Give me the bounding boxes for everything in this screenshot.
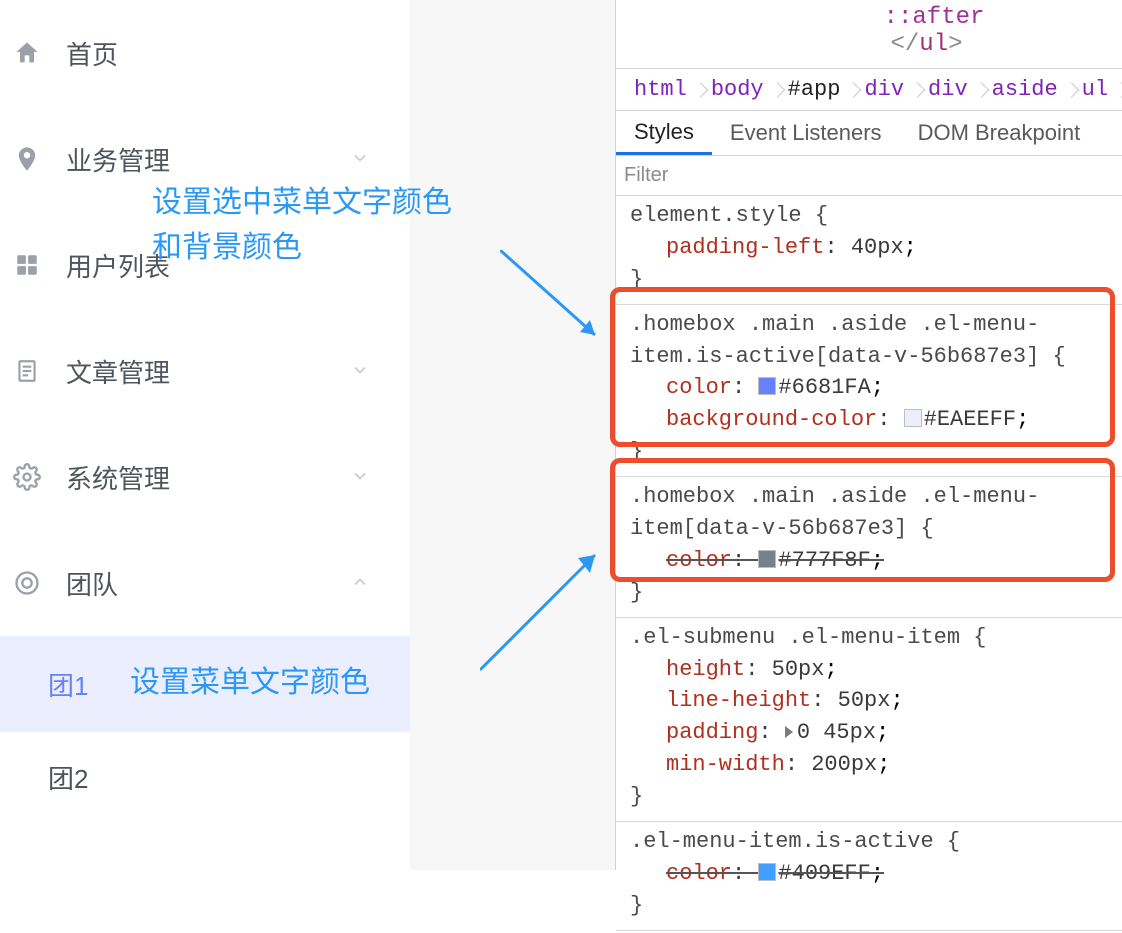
closing-tag: </ul> [616,31,1122,58]
chevron-down-icon [350,356,370,387]
selector: .homebox .main .aside .el-menu-item.is-a… [630,312,1039,369]
sidebar-item-label: 业务管理 [66,141,350,178]
devtools-panel: ::after </ul> html body #app div div asi… [615,0,1122,870]
sidebar-subitem-label: 团2 [48,759,88,796]
sidebar-item-label: 团队 [66,565,350,602]
css-declaration[interactable]: min-width: 200px; [630,749,1112,781]
breadcrumb-item[interactable]: body [701,69,774,110]
annotation-text: 设置选中菜单文字颜色 和背景颜色 [152,186,452,264]
css-declaration[interactable]: color: #409EFF; [630,858,1112,890]
sidebar-subitem-team2[interactable]: 团2 [0,732,410,822]
chevron-down-icon [350,462,370,493]
css-declaration[interactable]: padding-left: 40px; [630,232,1112,264]
content-gap [410,0,615,870]
breadcrumb-item[interactable]: div [854,69,914,110]
annotation-text: 设置菜单文字颜色 [130,666,370,699]
selector: .el-submenu .el-menu-item [630,625,960,650]
filter-input[interactable]: Filter [616,156,1122,196]
css-declaration[interactable]: height: 50px; [630,654,1112,686]
css-declaration[interactable]: padding: 0 45px; [630,717,1112,749]
pseudo-element: ::after [616,4,1122,31]
color-swatch-icon[interactable] [758,550,776,568]
grid-icon [10,248,44,282]
sidebar-item-system[interactable]: 系统管理 [0,424,410,530]
sidebar-item-team[interactable]: 团队 [0,530,410,636]
css-declaration[interactable]: color: #6681FA; [630,372,1112,404]
gear-icon [10,460,44,494]
color-swatch-icon[interactable] [758,863,776,881]
elements-breadcrumb[interactable]: html body #app div div aside ul li [616,68,1122,110]
css-rule[interactable]: .el-submenu .el-menu-item { height: 50px… [616,618,1122,822]
css-rule[interactable]: .homebox .main .aside .el-menu-item.is-a… [616,305,1122,477]
sidebar-item-label: 首页 [66,35,410,72]
tab-styles[interactable]: Styles [616,111,712,155]
tab-dom-breakpoints[interactable]: DOM Breakpoint [900,111,1099,155]
sidebar-subitem-label: 团1 [48,666,88,703]
tab-event-listeners[interactable]: Event Listeners [712,111,900,155]
css-rule[interactable]: .homebox .main .aside .el-menu-item[data… [616,477,1122,618]
color-swatch-icon[interactable] [904,409,922,427]
home-icon [10,36,44,70]
expand-triangle-icon[interactable] [785,726,793,738]
css-declaration[interactable]: background-color: #EAEEFF; [630,404,1112,436]
sidebar: 首页 业务管理 用户列表 文章管理 系统管理 [0,0,410,870]
sidebar-item-label: 文章管理 [66,353,350,390]
css-rule[interactable]: element.style { padding-left: 40px; } [616,196,1122,305]
document-icon [10,354,44,388]
breadcrumb-item[interactable]: #app [778,69,851,110]
annotation-top: 设置选中菜单文字颜色 和背景颜色 [152,180,452,270]
breadcrumb-item[interactable]: div [918,69,978,110]
circle-icon [10,566,44,600]
breadcrumb-item[interactable]: aside [982,69,1068,110]
css-rule[interactable]: .el-menu-item.is-active { color: #409EFF… [616,822,1122,931]
color-swatch-icon[interactable] [758,377,776,395]
chevron-up-icon [350,568,370,599]
css-declaration[interactable]: color: #777F8F; [630,545,1112,577]
elements-tree-fragment[interactable]: ::after </ul> [616,0,1122,68]
location-icon [10,142,44,176]
annotation-bottom: 设置菜单文字颜色 [130,660,370,705]
selector: .homebox .main .aside .el-menu-item[data… [630,484,1039,541]
selector: element.style [630,203,802,228]
sidebar-item-home[interactable]: 首页 [0,0,410,106]
styles-tabs: Styles Event Listeners DOM Breakpoint [616,110,1122,156]
sidebar-item-articles[interactable]: 文章管理 [0,318,410,424]
filter-placeholder: Filter [624,164,668,187]
breadcrumb-item[interactable]: ul [1072,69,1118,110]
selector: .el-menu-item.is-active [630,829,934,854]
sidebar-item-label: 系统管理 [66,459,350,496]
chevron-down-icon [350,144,370,175]
breadcrumb-item[interactable]: html [624,69,697,110]
css-declaration[interactable]: line-height: 50px; [630,685,1112,717]
